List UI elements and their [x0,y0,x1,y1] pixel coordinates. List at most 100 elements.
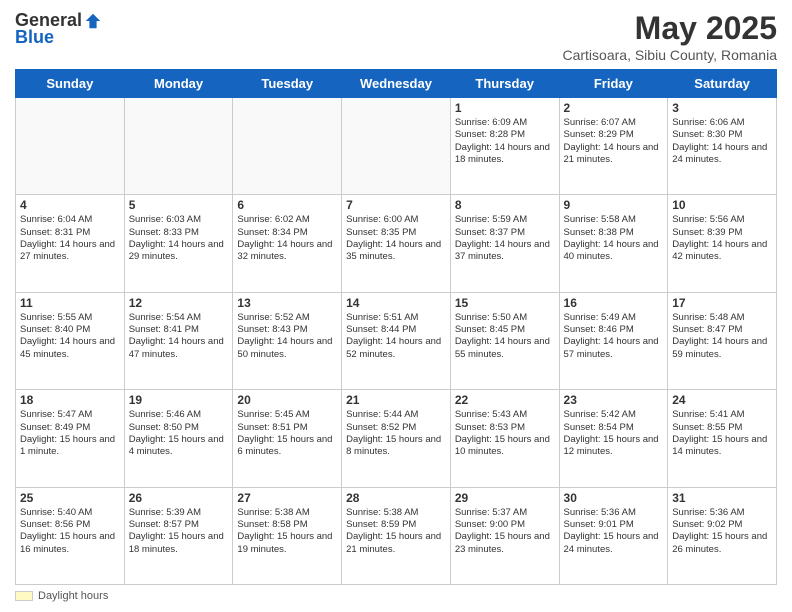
day-number: 23 [564,393,664,407]
day-info: Sunset: 8:55 PM [672,422,772,434]
calendar-week-1: 1Sunrise: 6:09 AMSunset: 8:28 PMDaylight… [16,98,777,195]
day-info: Sunset: 8:41 PM [129,324,229,336]
day-info: Sunrise: 6:04 AM [20,214,120,226]
day-info: Sunrise: 5:59 AM [455,214,555,226]
day-info: Sunrise: 6:03 AM [129,214,229,226]
calendar-week-2: 4Sunrise: 6:04 AMSunset: 8:31 PMDaylight… [16,195,777,292]
day-info: Daylight: 15 hours and 18 minutes. [129,531,229,556]
daylight-label: Daylight hours [38,590,108,602]
day-info: Daylight: 14 hours and 29 minutes. [129,239,229,264]
day-info: Sunrise: 5:46 AM [129,409,229,421]
day-info: Sunrise: 5:45 AM [237,409,337,421]
day-number: 27 [237,491,337,505]
day-number: 5 [129,198,229,212]
calendar-cell: 18Sunrise: 5:47 AMSunset: 8:49 PMDayligh… [16,390,125,487]
calendar-cell: 11Sunrise: 5:55 AMSunset: 8:40 PMDayligh… [16,292,125,389]
calendar-cell: 15Sunrise: 5:50 AMSunset: 8:45 PMDayligh… [450,292,559,389]
calendar-week-5: 25Sunrise: 5:40 AMSunset: 8:56 PMDayligh… [16,487,777,584]
day-number: 15 [455,296,555,310]
day-info: Sunset: 8:50 PM [129,422,229,434]
day-number: 25 [20,491,120,505]
calendar-cell: 30Sunrise: 5:36 AMSunset: 9:01 PMDayligh… [559,487,668,584]
day-info: Sunrise: 5:43 AM [455,409,555,421]
day-info: Sunrise: 5:51 AM [346,312,446,324]
day-info: Sunrise: 6:07 AM [564,117,664,129]
calendar-cell: 7Sunrise: 6:00 AMSunset: 8:35 PMDaylight… [342,195,451,292]
day-info: Sunrise: 5:44 AM [346,409,446,421]
day-info: Sunrise: 5:47 AM [20,409,120,421]
calendar-header-tuesday: Tuesday [233,70,342,98]
day-info: Sunset: 8:39 PM [672,227,772,239]
day-number: 3 [672,101,772,115]
day-number: 16 [564,296,664,310]
day-number: 29 [455,491,555,505]
calendar-cell [233,98,342,195]
day-info: Daylight: 14 hours and 47 minutes. [129,336,229,361]
day-info: Sunset: 8:52 PM [346,422,446,434]
day-info: Sunset: 8:58 PM [237,519,337,531]
day-info: Sunrise: 5:42 AM [564,409,664,421]
day-info: Daylight: 14 hours and 52 minutes. [346,336,446,361]
day-number: 12 [129,296,229,310]
day-info: Daylight: 14 hours and 21 minutes. [564,142,664,167]
calendar-cell: 2Sunrise: 6:07 AMSunset: 8:29 PMDaylight… [559,98,668,195]
calendar-cell: 22Sunrise: 5:43 AMSunset: 8:53 PMDayligh… [450,390,559,487]
day-info: Sunrise: 6:06 AM [672,117,772,129]
day-number: 17 [672,296,772,310]
calendar-week-3: 11Sunrise: 5:55 AMSunset: 8:40 PMDayligh… [16,292,777,389]
day-info: Sunrise: 5:38 AM [237,507,337,519]
day-info: Sunset: 8:45 PM [455,324,555,336]
day-info: Sunrise: 6:09 AM [455,117,555,129]
calendar-header-saturday: Saturday [668,70,777,98]
calendar-header-row: SundayMondayTuesdayWednesdayThursdayFrid… [16,70,777,98]
day-info: Daylight: 14 hours and 59 minutes. [672,336,772,361]
day-info: Sunset: 8:33 PM [129,227,229,239]
calendar-cell: 17Sunrise: 5:48 AMSunset: 8:47 PMDayligh… [668,292,777,389]
calendar-cell [124,98,233,195]
day-info: Daylight: 15 hours and 24 minutes. [564,531,664,556]
day-info: Daylight: 15 hours and 19 minutes. [237,531,337,556]
footer: Daylight hours [15,590,777,602]
day-info: Sunrise: 5:36 AM [564,507,664,519]
calendar-cell: 25Sunrise: 5:40 AMSunset: 8:56 PMDayligh… [16,487,125,584]
calendar-cell: 27 Sunrise: 5:38 AMSunset: 8:58 PMDayligh… [233,487,342,584]
day-info: Sunrise: 5:49 AM [564,312,664,324]
day-number: 4 [20,198,120,212]
calendar-header-thursday: Thursday [450,70,559,98]
calendar-cell: 23Sunrise: 5:42 AMSunset: 8:54 PMDayligh… [559,390,668,487]
day-info: Sunrise: 5:54 AM [129,312,229,324]
day-info: Sunset: 8:53 PM [455,422,555,434]
day-info: Daylight: 14 hours and 27 minutes. [20,239,120,264]
day-info: Daylight: 15 hours and 8 minutes. [346,434,446,459]
day-info: Sunset: 8:51 PM [237,422,337,434]
day-info: Sunrise: 6:00 AM [346,214,446,226]
day-info: Sunset: 8:31 PM [20,227,120,239]
day-info: Daylight: 15 hours and 14 minutes. [672,434,772,459]
month-title: May 2025 [562,10,777,47]
day-info: Sunset: 8:49 PM [20,422,120,434]
day-info: Sunset: 8:43 PM [237,324,337,336]
calendar-cell: 3Sunrise: 6:06 AMSunset: 8:30 PMDaylight… [668,98,777,195]
subtitle: Cartisoara, Sibiu County, Romania [562,47,777,63]
day-info: Daylight: 14 hours and 50 minutes. [237,336,337,361]
calendar-cell: 21Sunrise: 5:44 AMSunset: 8:52 PMDayligh… [342,390,451,487]
day-number: 8 [455,198,555,212]
day-info: Sunset: 8:46 PM [564,324,664,336]
day-info: Sunrise: 5:52 AM [237,312,337,324]
day-info: Sunset: 9:02 PM [672,519,772,531]
day-info: Sunrise: 5:55 AM [20,312,120,324]
day-info: Sunrise: 5:41 AM [672,409,772,421]
day-number: 30 [564,491,664,505]
day-info: Sunset: 8:40 PM [20,324,120,336]
calendar-cell: 4 Sunrise: 6:04 AMSunset: 8:31 PMDaylight… [16,195,125,292]
day-info: Sunset: 8:38 PM [564,227,664,239]
calendar-cell: 29Sunrise: 5:37 AMSunset: 9:00 PMDayligh… [450,487,559,584]
day-info: Sunrise: 5:40 AM [20,507,120,519]
day-info: Sunset: 8:47 PM [672,324,772,336]
day-info: Daylight: 14 hours and 40 minutes. [564,239,664,264]
logo: General Blue [15,10,102,48]
day-number: 24 [672,393,772,407]
header: General Blue May 2025 Cartisoara, Sibiu … [15,10,777,63]
day-info: Daylight: 15 hours and 12 minutes. [564,434,664,459]
day-info: Daylight: 15 hours and 26 minutes. [672,531,772,556]
